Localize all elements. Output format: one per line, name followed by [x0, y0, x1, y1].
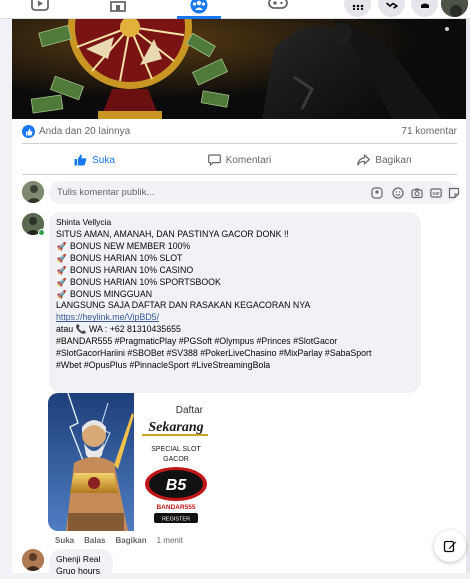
rocket-icon: 🚀	[56, 265, 67, 275]
image-register-text: REGISTER	[162, 517, 190, 523]
comment-line: #Wbet #OpusPlus #PinnacleSport #LiveStre…	[56, 359, 271, 370]
like-reaction-icon	[22, 125, 35, 138]
comment-text: Gruo hours	[56, 566, 101, 576]
avatar-sticker-icon[interactable]	[370, 186, 383, 199]
divider	[22, 174, 457, 175]
comment-line: #BANDAR555 #PragmaticPlay #PGSoft #Olymp…	[56, 336, 338, 347]
comment-line: LANGSUNG SAJA DAFTAR DAN RASAKAN KEGACOR…	[56, 300, 311, 311]
image-text-daftar: Daftar	[176, 405, 204, 416]
rocket-icon: 🚀	[56, 241, 67, 251]
post-image[interactable]	[12, 19, 467, 119]
emoji-icon[interactable]	[391, 186, 404, 199]
rocket-icon: 🚀	[56, 277, 67, 287]
watch-icon[interactable]	[18, 0, 62, 19]
comment-input[interactable]	[57, 185, 307, 200]
phone-icon: 📞	[75, 324, 87, 335]
comment-text: SITUS AMAN, AMANAH, DAN PASTINYA GACOR D…	[56, 229, 418, 372]
comment-line: 🚀 BONUS NEW MEMBER 100%	[56, 240, 191, 251]
comment-bubble: Shinta Vellycia SITUS AMAN, AMANAH, DAN …	[49, 212, 421, 393]
svg-text:GIF: GIF	[432, 191, 440, 196]
notifications-icon[interactable]	[411, 0, 438, 17]
comment-reply-link[interactable]: Balas	[84, 536, 105, 545]
like-label: Suka	[92, 154, 115, 166]
divider	[22, 143, 457, 144]
svg-text:B5: B5	[166, 477, 188, 494]
sticker-icon[interactable]	[447, 186, 460, 199]
comment-line: 🚀 BONUS HARIAN 10% SLOT	[56, 252, 183, 263]
marketplace-icon[interactable]	[96, 0, 140, 19]
edit-icon	[443, 540, 457, 553]
profile-avatar[interactable]	[441, 0, 468, 17]
comment-line: atau 📞 WA : +62 81310435655	[56, 324, 181, 335]
groups-icon[interactable]	[177, 0, 221, 19]
comment-author[interactable]: Shinta Vellycia	[56, 217, 111, 227]
comment-line: https://heylink.me/VipBD5/	[56, 312, 418, 324]
gaming-icon[interactable]	[256, 0, 300, 19]
share-label: Bagikan	[375, 154, 412, 166]
post-card: Anda dan 20 lainnya 71 komentar Suka Kom…	[12, 19, 467, 579]
likes-count[interactable]: Anda dan 20 lainnya	[39, 126, 130, 137]
gif-icon[interactable]: GIF	[429, 186, 442, 199]
like-button[interactable]: Suka	[22, 146, 167, 174]
commenter-avatar[interactable]	[22, 549, 44, 571]
comment-line: 🚀 BONUS HARIAN 10% SPORTSBOOK	[56, 276, 221, 287]
rocket-icon: 🚀	[56, 289, 67, 299]
comment-actions: Suka Balas Bagikan 1 menit	[55, 536, 183, 545]
thumbs-up-icon	[74, 154, 87, 166]
comment-line: #SlotGacorHariini #SBOBet #SV388 #PokerL…	[56, 348, 372, 359]
post-stats: Anda dan 20 lainnya 71 komentar	[22, 123, 457, 143]
post-actions: Suka Komentari Bagikan	[22, 146, 457, 174]
comment-like-link[interactable]: Suka	[55, 536, 74, 545]
top-navigation	[0, 0, 470, 19]
user-avatar[interactable]	[22, 181, 44, 203]
image-text-sekarang: Sekarang	[148, 420, 203, 435]
rocket-icon: 🚀	[56, 253, 67, 263]
comment-link[interactable]: https://heylink.me/VipBD5/	[56, 312, 159, 322]
scrollbar[interactable]	[466, 19, 470, 573]
comment-line: 🚀 BONUS MINGGUAN	[56, 288, 153, 299]
camera-icon[interactable]	[410, 186, 423, 199]
image-logo-text: BANDAR555	[156, 504, 195, 511]
comment-line: 🚀 BONUS HARIAN 10% CASINO	[56, 264, 194, 275]
share-button[interactable]: Bagikan	[312, 146, 457, 174]
menu-grid-icon[interactable]	[344, 0, 371, 17]
comment-composer[interactable]: GIF	[49, 181, 460, 204]
comment-author[interactable]: Ghenji Real	[56, 554, 100, 564]
new-message-button[interactable]	[434, 530, 466, 562]
comment-line: SITUS AMAN, AMANAH, DAN PASTINYA GACOR D…	[56, 229, 289, 239]
online-status-dot	[38, 229, 45, 236]
comment-share-link[interactable]: Bagikan	[115, 536, 146, 545]
share-icon	[357, 154, 371, 166]
comment-bubble: Ghenji Real Gruo hours	[49, 549, 113, 579]
comment-icon	[207, 154, 221, 166]
comment-image[interactable]: Daftar Sekarang SPECIAL SLOT GACOR B5 BA…	[48, 393, 214, 531]
messenger-icon[interactable]	[378, 0, 405, 17]
comment-timestamp[interactable]: 1 menit	[157, 536, 183, 545]
image-text-special: SPECIAL SLOT	[151, 446, 201, 453]
comment-label: Komentari	[225, 154, 272, 166]
image-text-gacor: GACOR	[163, 456, 189, 463]
comment-button[interactable]: Komentari	[167, 146, 312, 174]
comments-count[interactable]: 71 komentar	[401, 126, 457, 137]
